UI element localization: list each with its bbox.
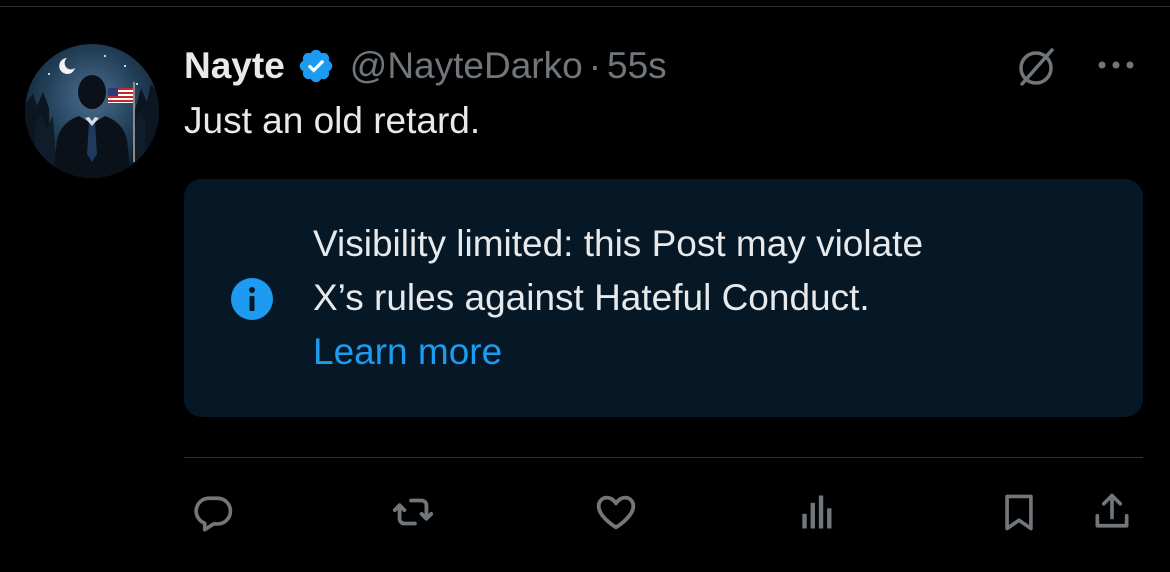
- learn-more-link[interactable]: Learn more: [313, 325, 1113, 379]
- post-header: Nayte @NayteDarko · 55s: [184, 36, 667, 96]
- notice-line-2: X’s rules against Hateful Conduct.: [313, 277, 870, 318]
- post-timestamp[interactable]: 55s: [607, 45, 667, 87]
- share-button[interactable]: [1088, 488, 1136, 536]
- top-divider: [0, 6, 1170, 7]
- views-button[interactable]: [793, 488, 841, 536]
- visibility-notice: Visibility limited: this Post may violat…: [184, 179, 1143, 417]
- post-text: Just an old retard.: [184, 100, 481, 141]
- notice-line-1: Visibility limited: this Post may violat…: [313, 223, 924, 264]
- user-handle[interactable]: @NayteDarko: [350, 45, 583, 87]
- verified-badge-icon[interactable]: [297, 47, 335, 85]
- repost-button[interactable]: [389, 488, 437, 536]
- bookmark-icon: [997, 490, 1041, 534]
- repost-icon: [390, 489, 436, 535]
- info-icon: [227, 274, 277, 324]
- header-separator: ·: [588, 45, 602, 86]
- analytics-icon: [795, 490, 839, 534]
- like-button[interactable]: [592, 488, 640, 536]
- grok-icon[interactable]: [1014, 44, 1058, 88]
- reply-button[interactable]: [189, 488, 237, 536]
- reply-icon: [191, 490, 235, 534]
- avatar[interactable]: [25, 44, 159, 178]
- share-icon: [1090, 490, 1134, 534]
- display-name[interactable]: Nayte: [184, 45, 285, 87]
- heart-icon: [593, 489, 639, 535]
- more-options-icon[interactable]: [1094, 56, 1138, 74]
- notice-text: Visibility limited: this Post may violat…: [313, 217, 1113, 379]
- action-divider: [184, 457, 1143, 458]
- bookmark-button[interactable]: [995, 488, 1043, 536]
